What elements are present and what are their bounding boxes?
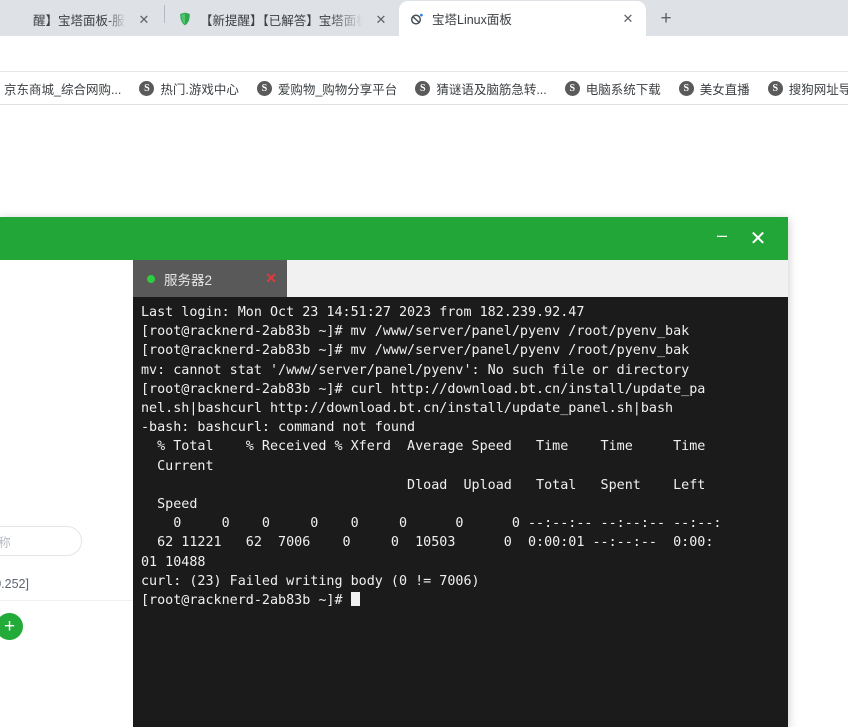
bookmark-item-6[interactable]: S 搜狗网址导航 <box>762 76 848 101</box>
terminal-line: 62 11221 62 7006 0 0 10503 0 0:00:01 --:… <box>141 535 714 551</box>
bookmark-label-5: 美女直播 <box>699 83 750 97</box>
tab-separator <box>164 5 165 23</box>
bookmark-item-2[interactable]: S 爱购物_购物分享平台 <box>251 76 403 101</box>
browser-tab-3[interactable]: 宝塔Linux面板 ✕ <box>399 1 646 36</box>
terminal-line: nel.sh|bashcurl http://download.bt.cn/in… <box>141 401 674 417</box>
browser-toolbar <box>0 36 848 72</box>
bookmark-label-4: 电脑系统下载 <box>585 83 661 97</box>
tab-favicon-bt-panel-icon <box>409 11 425 27</box>
terminal-line: % Total % Received % Xferd Average Speed… <box>141 439 706 455</box>
globe-icon: S <box>564 81 580 96</box>
bookmark-label-2: 爱购物_购物分享平台 <box>277 83 398 97</box>
terminal-line: Dload Upload Total Spent Left <box>141 477 706 493</box>
terminal-title-bar[interactable]: – ✕ <box>0 217 788 260</box>
browser-tab-1[interactable]: 醒】宝塔面板-服务器运维 ✕ <box>0 2 162 36</box>
bookmarks-bar: 京东商城_综合网购... S 热门.游戏中心 S 爱购物_购物分享平台 S 猜谜… <box>0 72 848 105</box>
block-cursor-icon <box>350 592 360 607</box>
terminal-line: [root@racknerd-2ab83b ~]# curl http://do… <box>141 381 706 397</box>
terminal-prompt-line: [root@racknerd-2ab83b ~]# <box>141 591 788 610</box>
bookmark-item-0[interactable]: 京东商城_综合网购... <box>0 76 127 101</box>
minimize-button[interactable]: – <box>704 213 740 264</box>
terminal-line: [root@racknerd-2ab83b ~]# mv /www/server… <box>141 324 690 340</box>
bookmark-label-1: 热门.游戏中心 <box>160 83 239 97</box>
terminal-line: 0 0 0 0 0 0 0 0 --:--:-- --:--:-- --:--: <box>141 516 722 532</box>
terminal-prompt-text: [root@racknerd-2ab83b ~]# <box>141 593 351 609</box>
terminal-line: Last login: Mon Oct 23 14:51:27 2023 fro… <box>141 305 585 320</box>
bookmark-label-3: 猜谜语及脑筋急转... <box>436 83 547 97</box>
terminal-line: curl: (23) Failed writing body (0 != 700… <box>141 573 480 589</box>
terminal-line: [root@racknerd-2ab83b ~]# mv /www/server… <box>141 343 690 359</box>
terminal-line: Speed <box>141 497 198 513</box>
terminal-tab-0[interactable]: 服务器2 ✕ <box>133 260 287 297</box>
browser-tab-2-title: 【新提醒】【已解答】宝塔面板 <box>200 13 363 28</box>
terminal-tab-0-close-icon[interactable]: ✕ <box>265 270 277 287</box>
browser-tab-2[interactable]: 【新提醒】【已解答】宝塔面板 ✕ <box>167 2 399 36</box>
terminal-tab-0-label: 服务器2 <box>164 272 213 288</box>
terminal-output[interactable]: Last login: Mon Oct 23 14:51:27 2023 fro… <box>133 297 788 727</box>
bookmark-item-3[interactable]: S 猜谜语及脑筋急转... <box>409 76 552 101</box>
bookmark-item-4[interactable]: S 电脑系统下载 <box>559 76 667 101</box>
connection-status-dot-icon <box>147 274 155 283</box>
globe-icon: S <box>767 81 783 96</box>
close-button[interactable]: ✕ <box>740 217 776 260</box>
browser-tab-strip: 醒】宝塔面板-服务器运维 ✕ 【新提醒】【已解答】宝塔面板 ✕ <box>0 0 848 36</box>
browser-tab-1-title: 醒】宝塔面板-服务器运维 <box>33 13 126 28</box>
bookmark-item-5[interactable]: S 美女直播 <box>673 76 756 101</box>
bookmark-label-0: 京东商城_综合网购... <box>4 83 122 97</box>
browser-tab-1-close-icon[interactable]: ✕ <box>136 11 152 27</box>
bookmark-item-1[interactable]: S 热门.游戏中心 <box>133 76 244 101</box>
terminal-window: – ✕ 服务器2 ✕ Last login: Mon Oct 23 14:51:… <box>0 217 788 727</box>
screen-root: 醒】宝塔面板-服务器运维 ✕ 【新提醒】【已解答】宝塔面板 ✕ <box>0 0 848 727</box>
tab-favicon-green-shield-icon <box>177 11 193 27</box>
bookmark-label-6: 搜狗网址导航 <box>788 83 848 97</box>
terminal-line: -bash: bashcurl: command not found <box>141 420 416 436</box>
browser-tab-3-close-icon[interactable]: ✕ <box>620 11 636 27</box>
bookmarks-divider <box>0 104 848 105</box>
globe-icon: S <box>139 81 155 96</box>
browser-tab-2-close-icon[interactable]: ✕ <box>373 11 389 27</box>
globe-icon: S <box>256 81 272 96</box>
new-tab-button[interactable]: + <box>652 4 680 32</box>
globe-icon: S <box>415 81 431 96</box>
browser-tab-3-title: 宝塔Linux面板 <box>432 13 512 27</box>
terminal-line: Current <box>141 458 214 474</box>
globe-icon: S <box>678 81 694 96</box>
terminal-tab-bar: 服务器2 ✕ <box>133 260 788 297</box>
terminal-line: mv: cannot stat '/www/server/panel/pyenv… <box>141 362 690 378</box>
terminal-line: 01 10488 <box>141 554 206 570</box>
tab-favicon-blank-icon <box>10 11 26 27</box>
